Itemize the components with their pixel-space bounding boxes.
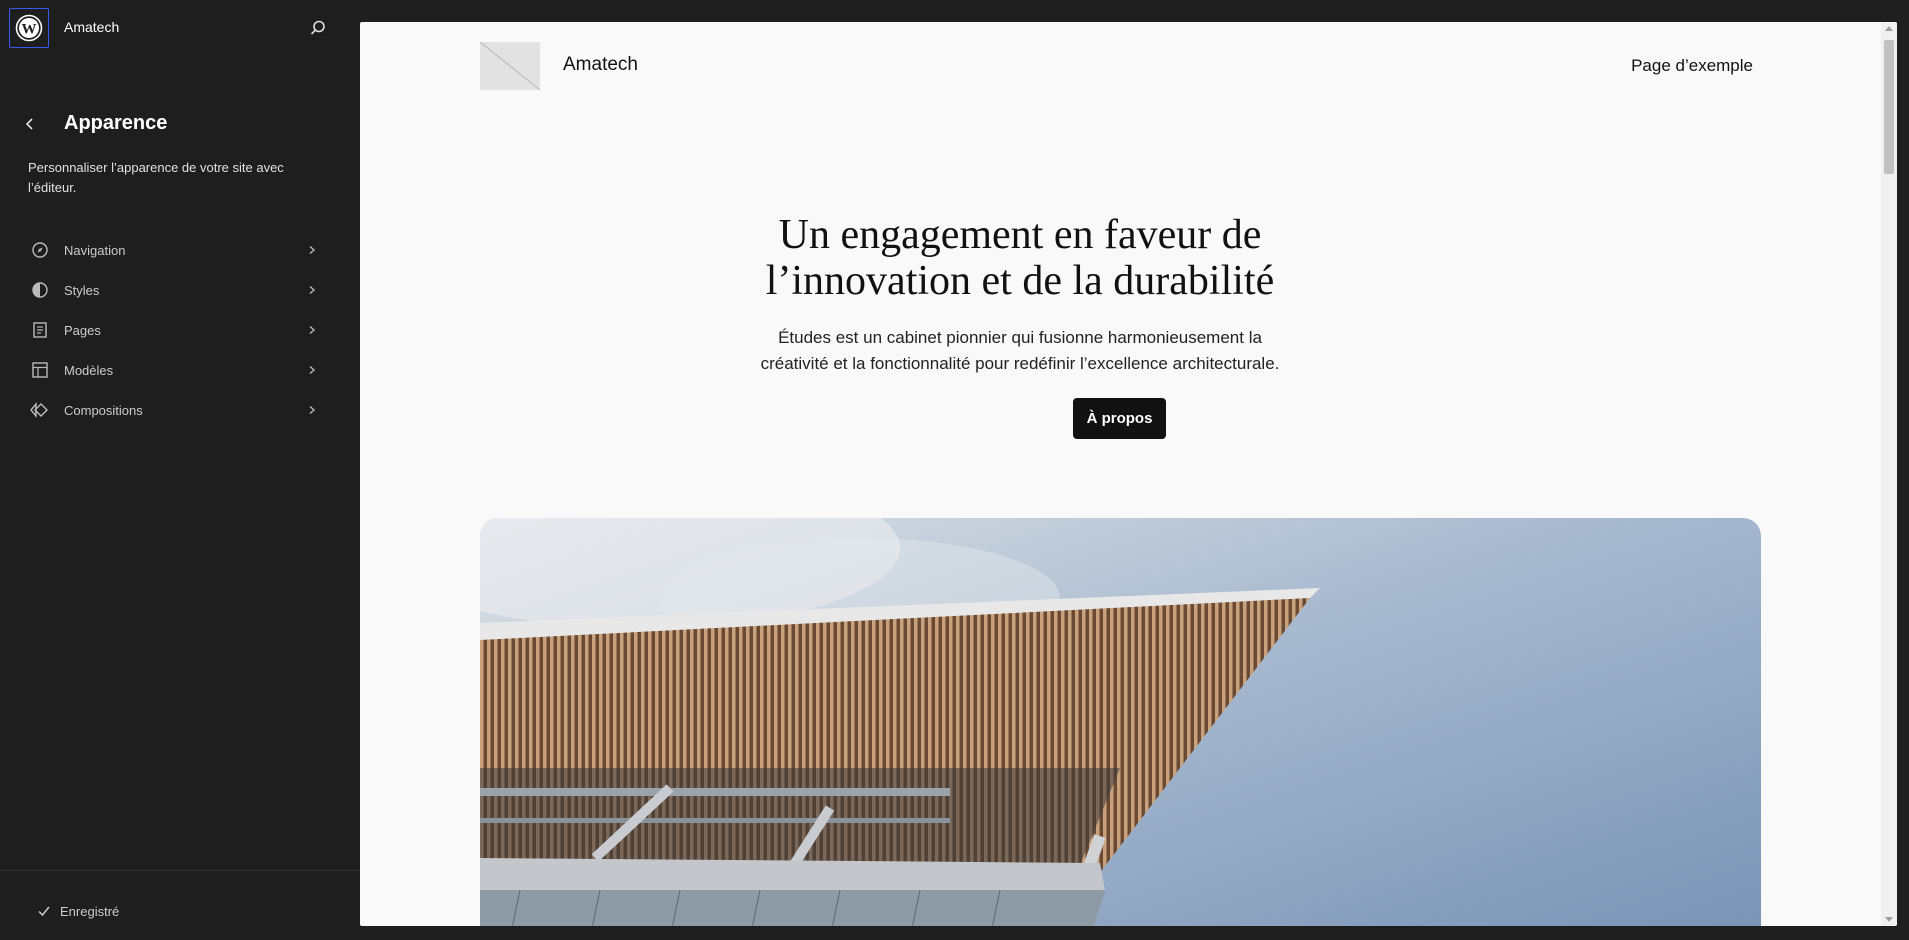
chevron-right-icon xyxy=(300,278,324,302)
panel-title: Apparence xyxy=(64,112,168,134)
scroll-up-arrow-icon[interactable] xyxy=(1885,26,1893,31)
chevron-left-icon xyxy=(25,118,33,130)
nav-item-label: Navigation xyxy=(64,242,126,258)
wordpress-logo-icon: W xyxy=(15,14,43,42)
chevron-right-icon xyxy=(300,358,324,382)
about-button[interactable]: À propos xyxy=(1073,398,1166,439)
search-button[interactable] xyxy=(306,16,330,40)
save-status: Enregistré xyxy=(36,903,119,919)
styles-contrast-icon xyxy=(28,278,52,302)
back-button[interactable] xyxy=(18,112,42,136)
chevron-right-icon xyxy=(300,398,324,422)
nav-item-modeles[interactable]: Modèles xyxy=(16,350,336,390)
nav-item-navigation[interactable]: Navigation xyxy=(16,230,336,270)
site-logo-placeholder[interactable] xyxy=(480,42,540,90)
navigation-compass-icon xyxy=(28,238,52,262)
nav-item-label: Pages xyxy=(64,322,101,338)
chevron-right-icon xyxy=(300,238,324,262)
site-preview-canvas[interactable]: Amatech Page d’exemple Un engagement en … xyxy=(360,22,1897,926)
nav-item-pages[interactable]: Pages xyxy=(16,310,336,350)
canvas-scrollbar[interactable] xyxy=(1881,22,1897,926)
preview-site-title[interactable]: Amatech xyxy=(563,54,638,76)
chevron-right-icon xyxy=(300,318,324,342)
panel-description: Personnaliser l’apparence de votre site … xyxy=(28,160,284,195)
svg-text:W: W xyxy=(22,22,37,38)
check-icon xyxy=(36,903,52,919)
sidebar-footer: Enregistré xyxy=(0,870,360,940)
hero-building-image xyxy=(480,518,1761,926)
layout-template-icon xyxy=(28,358,52,382)
page-icon xyxy=(28,318,52,342)
scroll-down-arrow-icon[interactable] xyxy=(1885,917,1893,922)
save-status-label: Enregistré xyxy=(60,903,120,919)
symbol-diamond-icon xyxy=(28,398,52,422)
site-name[interactable]: Amatech xyxy=(64,19,119,35)
nav-item-label: Compositions xyxy=(64,402,143,418)
scrollbar-thumb[interactable] xyxy=(1884,40,1894,174)
nav-item-styles[interactable]: Styles xyxy=(16,270,336,310)
nav-item-label: Styles xyxy=(64,282,100,298)
hero-heading: Un engagement en faveur de l’innovation … xyxy=(765,212,1275,304)
search-icon xyxy=(310,20,325,35)
appearance-nav-list: Navigation Styles Pages Modèles Composit… xyxy=(16,230,336,430)
preview-nav-link[interactable]: Page d’exemple xyxy=(1631,56,1753,76)
nav-item-label: Modèles xyxy=(64,362,114,378)
editor-sidebar: W Amatech Apparence Personnaliser l’appa… xyxy=(0,0,360,939)
hero-paragraph: Études est un cabinet pionnier qui fusio… xyxy=(760,328,1280,373)
wordpress-logo-button[interactable]: W xyxy=(9,8,49,48)
nav-item-compositions[interactable]: Compositions xyxy=(16,390,336,430)
